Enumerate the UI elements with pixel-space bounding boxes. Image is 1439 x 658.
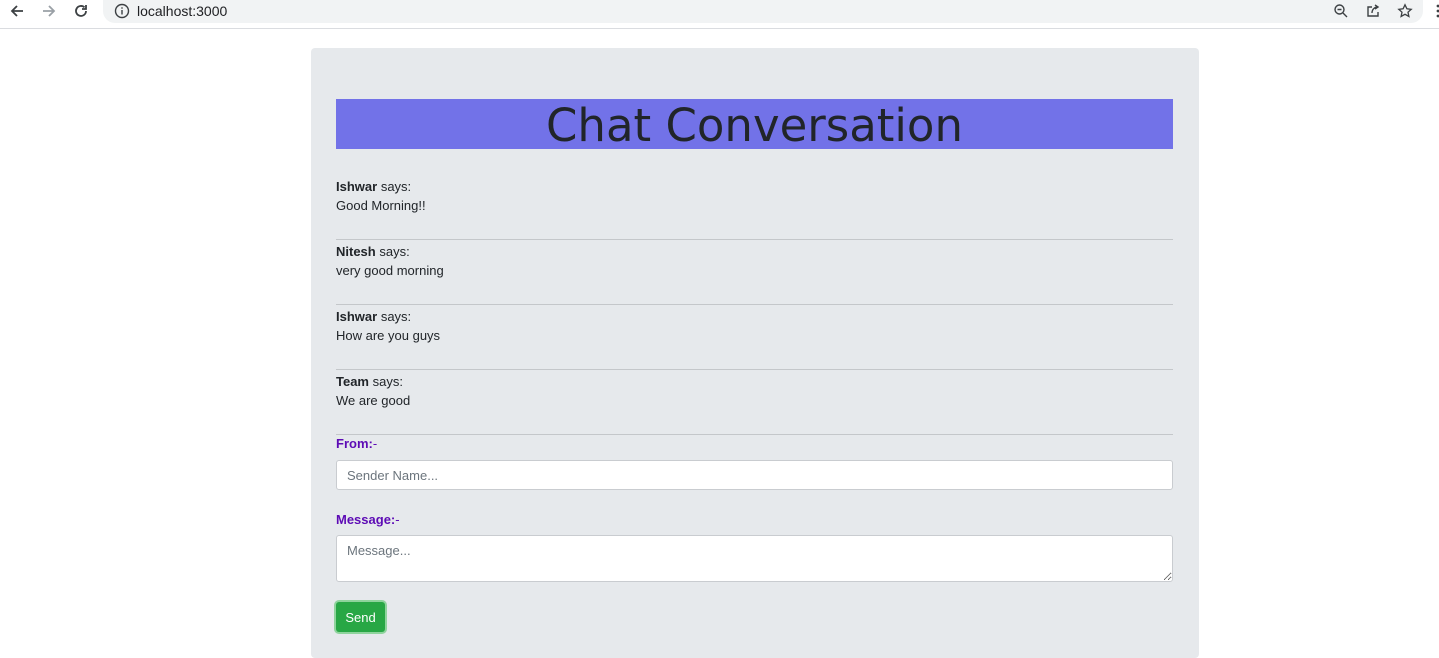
message-text: We are good	[336, 393, 411, 408]
message-text: very good morning	[336, 263, 444, 278]
message-sender: Nitesh	[336, 244, 376, 259]
title-banner: Chat Conversation	[336, 99, 1173, 152]
message-label: Message:-	[336, 512, 400, 527]
message-item: Ishwar says: Good Morning!!	[336, 175, 1173, 240]
message-item: Team says: We are good	[336, 370, 1173, 435]
url-text: localhost:3000	[137, 3, 228, 19]
site-info-icon[interactable]	[113, 2, 131, 20]
message-text: How are you guys	[336, 328, 441, 343]
says-label: says:	[380, 179, 412, 194]
address-bar[interactable]: localhost:3000	[103, 0, 1423, 23]
forward-arrow-icon[interactable]	[35, 0, 63, 22]
from-label: From:-	[336, 436, 378, 451]
message-item: Nitesh says: very good morning	[336, 240, 1173, 305]
share-icon[interactable]	[1362, 1, 1384, 21]
message-sender: Ishwar	[336, 309, 378, 324]
browser-toolbar: localhost:3000	[0, 0, 1439, 29]
reload-icon[interactable]	[67, 0, 95, 22]
message-sender: Team	[336, 374, 369, 389]
bookmark-star-icon[interactable]	[1394, 1, 1416, 21]
message-input[interactable]	[336, 535, 1173, 582]
says-label: says:	[379, 244, 410, 259]
message-item: Ishwar says: How are you guys	[336, 305, 1173, 370]
send-button[interactable]: Send	[336, 602, 385, 632]
page-title: Chat Conversation	[546, 99, 963, 152]
message-sender: Ishwar	[336, 179, 378, 194]
message-text: Good Morning!!	[336, 198, 426, 213]
sender-name-input[interactable]	[336, 460, 1173, 490]
says-label: says:	[380, 309, 412, 324]
menu-icon[interactable]	[1434, 4, 1439, 18]
zoom-icon[interactable]	[1330, 1, 1352, 21]
back-arrow-icon[interactable]	[3, 0, 31, 22]
chat-card: Chat Conversation Ishwar says: Good Morn…	[311, 48, 1199, 658]
says-label: says:	[372, 374, 403, 389]
message-list: Ishwar says: Good Morning!! Nitesh says:…	[336, 175, 1173, 435]
